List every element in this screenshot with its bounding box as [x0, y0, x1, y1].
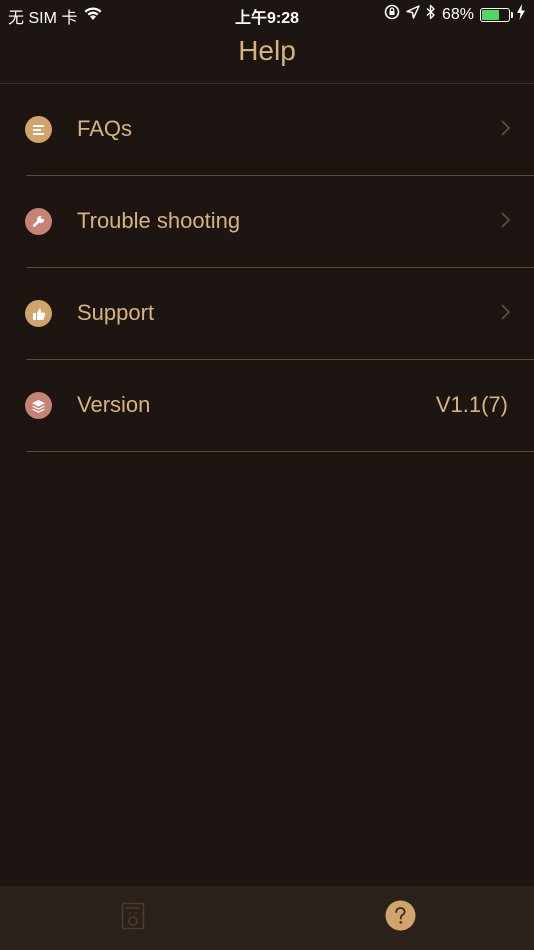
tab-help[interactable] [384, 900, 416, 936]
wrench-icon [25, 208, 52, 235]
location-icon [406, 5, 420, 24]
battery-percent: 68% [441, 5, 474, 23]
battery-fill [482, 9, 500, 20]
menu-item-label: Trouble shooting [77, 208, 241, 233]
menu-item-faqs[interactable]: FAQs [0, 84, 534, 176]
bluetooth-icon [426, 4, 436, 25]
navigation-bar: Help [0, 28, 534, 84]
thumbs-up-icon [25, 300, 52, 327]
menu-item-label: FAQs [77, 116, 133, 141]
status-bar: 无 SIM 卡 上午9:28 68% [0, 0, 534, 28]
help-menu-list: FAQs Trouble shooting Support Version V1… [0, 84, 534, 452]
help-icon [385, 900, 416, 936]
chevron-right-icon [501, 304, 511, 325]
menu-item-trouble-shooting[interactable]: Trouble shooting [0, 176, 534, 268]
menu-item-version: Version V1.1(7) [0, 360, 534, 452]
tab-device[interactable] [117, 902, 149, 934]
menu-item-label: Support [77, 300, 155, 325]
chevron-right-icon [501, 120, 511, 141]
menu-item-label: Version [77, 392, 151, 417]
page-title: Help [238, 35, 296, 66]
battery-icon [480, 7, 513, 22]
list-icon [25, 116, 52, 143]
divider [26, 451, 534, 452]
version-value: V1.1(7) [435, 392, 508, 417]
device-icon [121, 902, 145, 935]
charging-icon [516, 4, 526, 25]
status-right: 68% [384, 4, 526, 25]
orientation-lock-icon [384, 4, 400, 25]
chevron-right-icon [501, 212, 511, 233]
layers-icon [25, 392, 52, 419]
menu-item-support[interactable]: Support [0, 268, 534, 360]
tab-bar [0, 886, 534, 950]
